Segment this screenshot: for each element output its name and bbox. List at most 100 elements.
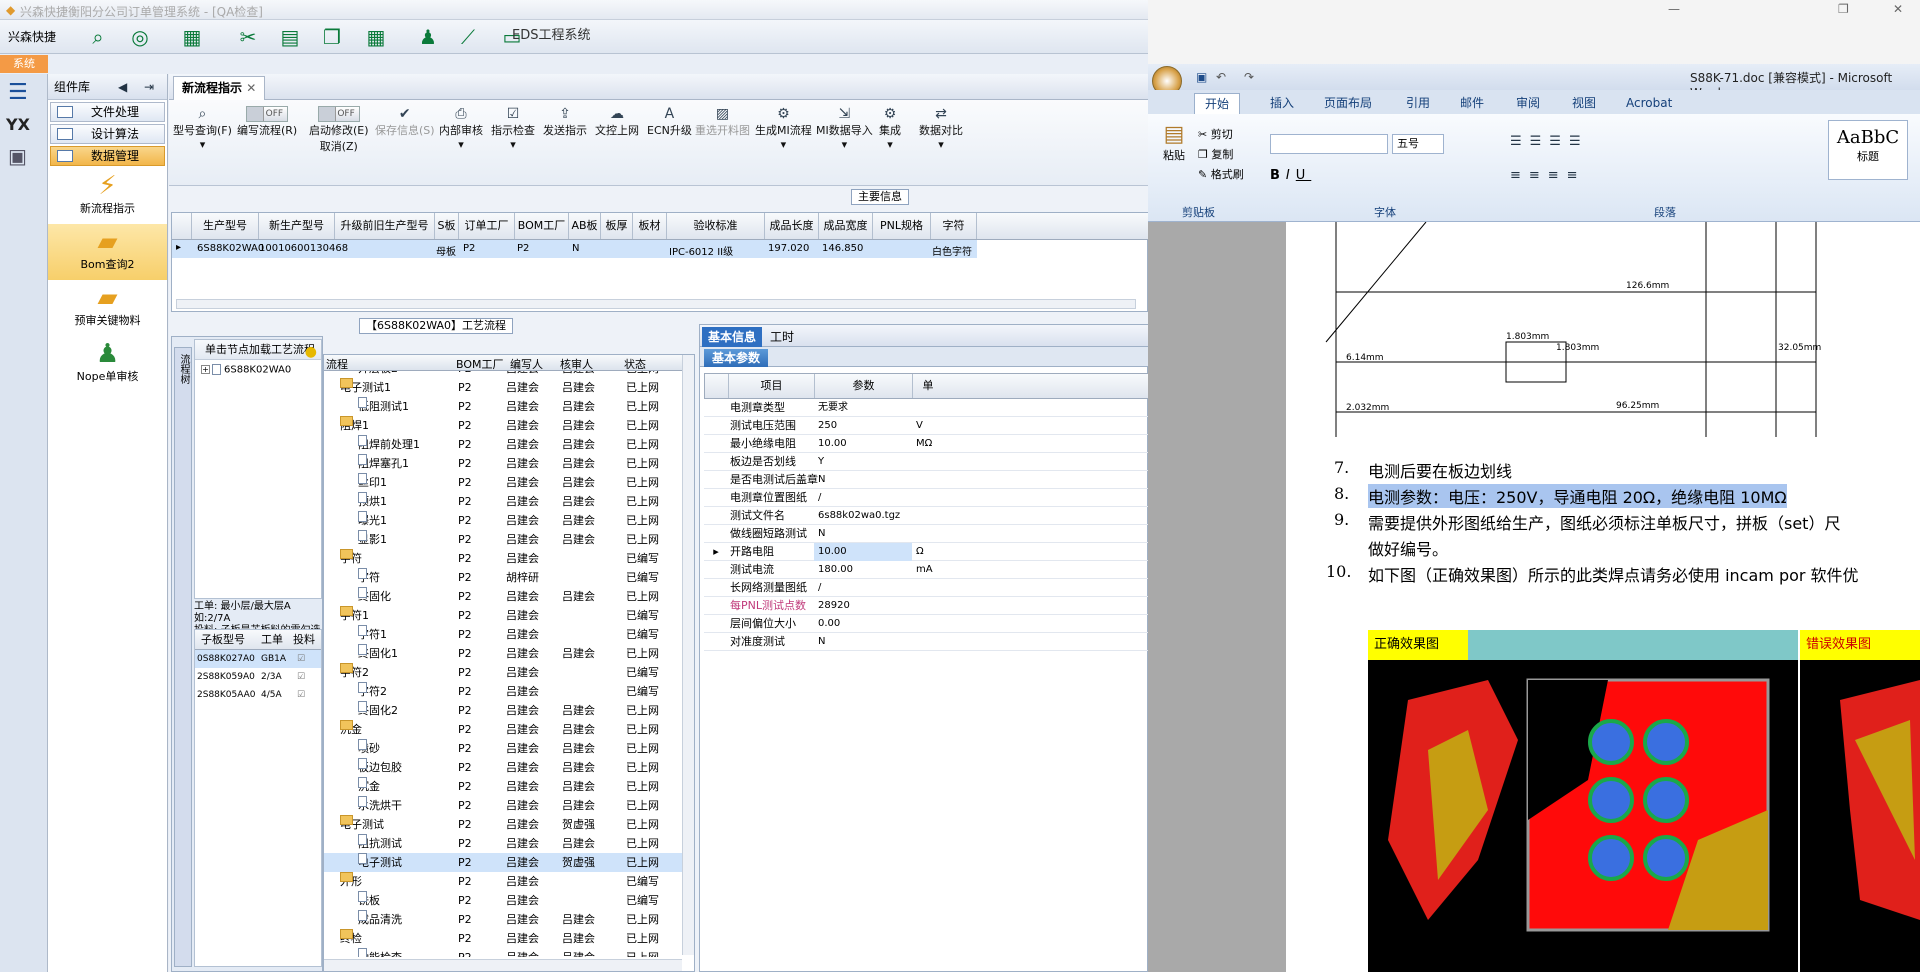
flow-row[interactable]: 字符 P2 胡梓研 已编写 xyxy=(324,568,682,587)
tab-view[interactable]: 视图 xyxy=(1562,93,1606,113)
col-header[interactable]: 订单工厂 xyxy=(459,213,515,239)
col-header[interactable]: 单 xyxy=(913,374,943,398)
param-value[interactable]: 10.00 xyxy=(814,435,912,453)
param-row[interactable]: 测试电流 180.00 mA xyxy=(704,561,1148,579)
tool-bom-query[interactable]: ▰ Bom查询2 xyxy=(48,224,167,280)
col-header[interactable]: 验收标准 xyxy=(667,213,765,239)
flow-row[interactable]: −字符2 P2 吕建会 已编写 xyxy=(324,663,682,682)
tab-references[interactable]: 引用 xyxy=(1396,93,1440,113)
align-buttons[interactable]: ≡≡≡≡ xyxy=(1510,168,1586,183)
cut-button[interactable]: ✂ 剪切 xyxy=(1198,126,1233,142)
col-header[interactable]: 子板型号 xyxy=(201,630,245,650)
copy-button[interactable]: ❐ 复制 xyxy=(1198,146,1233,162)
flow-row[interactable]: 曝光1 P2 吕建会 吕建会 已上网 xyxy=(324,511,682,530)
param-row[interactable]: 每PNL测试点数 28920 xyxy=(704,597,1148,615)
col-header[interactable]: 项目 xyxy=(729,374,815,398)
save-info-button[interactable]: ✔ 保存信息(S) xyxy=(375,106,435,138)
system-menu-label[interactable]: 系统 xyxy=(0,55,48,73)
param-value[interactable]: 6s88k02wa0.tgz xyxy=(814,507,912,525)
flow-row[interactable]: 丝印1 P2 吕建会 吕建会 已上网 xyxy=(324,473,682,492)
doc-online-button[interactable]: ☁ 文控上网 xyxy=(595,106,639,138)
reselect-cutting-button[interactable]: ▨ 重选开料图 xyxy=(695,106,750,138)
flow-row[interactable]: 终固化1 P2 吕建会 吕建会 已上网 xyxy=(324,644,682,663)
param-row[interactable]: 做线圈短路测试 N xyxy=(704,525,1148,543)
tab-mailings[interactable]: 邮件 xyxy=(1450,93,1494,113)
col-header[interactable]: 编写人 xyxy=(510,356,543,372)
param-row[interactable]: 电测章类型 无要求 xyxy=(704,399,1148,417)
col-header[interactable]: 新生产型号 xyxy=(259,213,335,239)
param-value[interactable]: Y xyxy=(814,453,912,471)
scissors-icon[interactable]: ✂ xyxy=(236,25,260,49)
checkbox-icon[interactable]: ☑ xyxy=(297,650,305,668)
table-row[interactable]: 0S88K027A0 GB1A ☑ xyxy=(195,650,321,668)
col-header[interactable]: BOM工厂 xyxy=(456,356,504,372)
restore-icon[interactable]: ❐ xyxy=(1838,2,1849,16)
tab-basic-info[interactable]: 基本信息 xyxy=(702,327,763,347)
flow-row[interactable]: 显影1 P2 吕建会 吕建会 已上网 xyxy=(324,530,682,549)
wrong-effect-figure[interactable]: 错误效果图 xyxy=(1800,630,1920,972)
collapse-icon[interactable]: ◀ xyxy=(118,74,127,100)
flow-row[interactable]: 成品清洗 P2 吕建会 吕建会 已上网 xyxy=(324,910,682,929)
list-item-continuation[interactable]: 做好编号。 xyxy=(1368,536,1448,560)
table-row[interactable]: 2S88K05AA0 4/5A ☑ xyxy=(195,686,321,704)
horizontal-scrollbar[interactable] xyxy=(324,959,682,971)
flow-row[interactable]: 沉金 P2 吕建会 吕建会 已上网 xyxy=(324,777,682,796)
flow-row[interactable]: 功能检查 P2 吕建会 吕建会 已上网 xyxy=(324,948,682,957)
flow-row[interactable]: 电子测试 P2 吕建会 贺虚强 已上网 xyxy=(324,853,682,872)
list-item-text[interactable]: 电测后要在板边划线 xyxy=(1368,458,1512,482)
flow-row[interactable]: 低阻测试1 P2 吕建会 吕建会 已上网 xyxy=(324,397,682,416)
tab-work-hours[interactable]: 工时 xyxy=(764,327,800,347)
col-header[interactable]: 成品长度 xyxy=(765,213,819,239)
list-item-text[interactable]: 需要提供外形图纸给生产，图纸必须标注单板尺寸，拼板（set）尺 xyxy=(1368,510,1840,534)
list-item-text[interactable]: 如下图（正确效果图）所示的此类焊点请务必使用 incam por 软件优 xyxy=(1368,562,1859,586)
col-header[interactable]: 成品宽度 xyxy=(819,213,873,239)
apps-icon[interactable]: ▦ xyxy=(364,25,388,49)
col-header[interactable]: 核审人 xyxy=(560,356,593,372)
toggle-switch[interactable]: OFF xyxy=(246,106,289,122)
col-header[interactable]: 升级前旧生产型号 xyxy=(335,213,435,239)
param-value[interactable]: 28920 xyxy=(814,597,912,615)
param-row[interactable]: 最小绝缘电阻 10.00 MΩ xyxy=(704,435,1148,453)
col-header[interactable]: 板厚 xyxy=(601,213,633,239)
help-icon[interactable]: ◎ xyxy=(128,25,152,49)
param-row[interactable]: 测试电压范围 250 V xyxy=(704,417,1148,435)
tab-insert[interactable]: 插入 xyxy=(1260,93,1304,113)
start-edit-toggle[interactable]: OFF 启动修改(E) 取消(Z) xyxy=(309,106,369,154)
col-header[interactable]: 板材 xyxy=(633,213,667,239)
param-row[interactable]: 板边是否划线 Y xyxy=(704,453,1148,471)
cancel-label[interactable]: 取消(Z) xyxy=(309,138,369,154)
correct-effect-figure[interactable]: 正确效果图 xyxy=(1368,630,1798,972)
save-icon[interactable]: ▣ xyxy=(1196,70,1207,84)
ecn-upgrade-button[interactable]: A ECN升级 xyxy=(647,106,692,138)
flow-row[interactable]: −终检 P2 吕建会 吕建会 已上网 xyxy=(324,929,682,948)
tab-acrobat[interactable]: Acrobat xyxy=(1616,93,1682,113)
internal-review-button[interactable]: ⎙ 内部审核 ▾ xyxy=(439,106,483,151)
flow-row[interactable]: −沉金 P2 吕建会 吕建会 已上网 xyxy=(324,720,682,739)
search-icon[interactable]: ⌕ xyxy=(86,25,110,49)
flow-row[interactable]: 板边包胶 P2 吕建会 吕建会 已上网 xyxy=(324,758,682,777)
format-painter-button[interactable]: ✎ 格式刷 xyxy=(1198,166,1244,182)
col-header[interactable]: 流程 xyxy=(326,356,348,372)
col-header[interactable]: 投料 xyxy=(293,630,315,650)
pin-icon[interactable]: ⇥ xyxy=(144,74,154,100)
flow-row[interactable]: 阻抗测试 P2 吕建会 吕建会 已上网 xyxy=(324,834,682,853)
table-row[interactable]: 2S88K059A0 2/3A ☑ xyxy=(195,668,321,686)
generate-mi-button[interactable]: ⚙ 生成MI流程 ▾ xyxy=(755,106,812,151)
minimize-icon[interactable]: — xyxy=(1668,2,1680,16)
flow-row[interactable]: −字符 P2 吕建会 已编写 xyxy=(324,549,682,568)
format-buttons[interactable]: BIU xyxy=(1270,168,1311,183)
param-value[interactable]: N xyxy=(814,525,912,543)
tab-review[interactable]: 审阅 xyxy=(1506,93,1550,113)
param-row[interactable]: 电测章位置图纸 / xyxy=(704,489,1148,507)
param-row[interactable]: 测试文件名 6s88k02wa0.tgz xyxy=(704,507,1148,525)
horizontal-scrollbar[interactable] xyxy=(176,299,1136,309)
col-header[interactable]: 字符 xyxy=(931,213,977,239)
flow-row[interactable]: −字符1 P2 吕建会 已编写 xyxy=(324,606,682,625)
tab-page-layout[interactable]: 页面布局 xyxy=(1314,93,1382,113)
col-header[interactable]: 工单 xyxy=(261,630,283,650)
menu-file-processing[interactable]: 文件处理 xyxy=(50,102,165,122)
tab-new-flow[interactable]: 新流程指示 ✕ xyxy=(173,76,266,100)
param-value[interactable]: 0.00 xyxy=(814,615,912,633)
flow-row[interactable]: 阻焊塞孔1 P2 吕建会 吕建会 已上网 xyxy=(324,454,682,473)
font-size-select[interactable]: 五号 xyxy=(1392,134,1444,154)
